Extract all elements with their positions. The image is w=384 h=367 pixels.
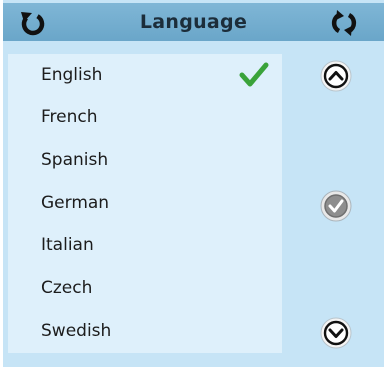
list-item-french[interactable]: French <box>8 96 282 138</box>
refresh-icon[interactable] <box>326 9 362 37</box>
list-item-spanish[interactable]: Spanish <box>8 139 282 181</box>
list-item-label: Italian <box>41 235 94 255</box>
checkmark-icon <box>239 62 269 87</box>
chevron-up-icon[interactable] <box>320 60 352 92</box>
check-circle-icon[interactable] <box>320 190 352 222</box>
language-list: English French Spanish German Italian Cz… <box>8 54 282 353</box>
header-bar: Language <box>3 3 384 41</box>
list-item-label: English <box>41 65 103 85</box>
language-panel: Language English French Spanish German I… <box>3 0 384 367</box>
list-item-label: Spanish <box>41 150 109 170</box>
list-item-english[interactable]: English <box>8 54 282 96</box>
list-item-swedish[interactable]: Swedish <box>8 310 282 352</box>
back-icon[interactable] <box>18 9 48 37</box>
list-item-label: Czech <box>41 278 93 298</box>
list-item-label: Swedish <box>41 321 112 341</box>
list-item-italian[interactable]: Italian <box>8 224 282 266</box>
list-item-german[interactable]: German <box>8 182 282 224</box>
chevron-down-icon[interactable] <box>320 317 352 349</box>
list-item-label: French <box>41 107 98 127</box>
list-item-label: German <box>41 193 110 213</box>
list-item-czech[interactable]: Czech <box>8 267 282 309</box>
